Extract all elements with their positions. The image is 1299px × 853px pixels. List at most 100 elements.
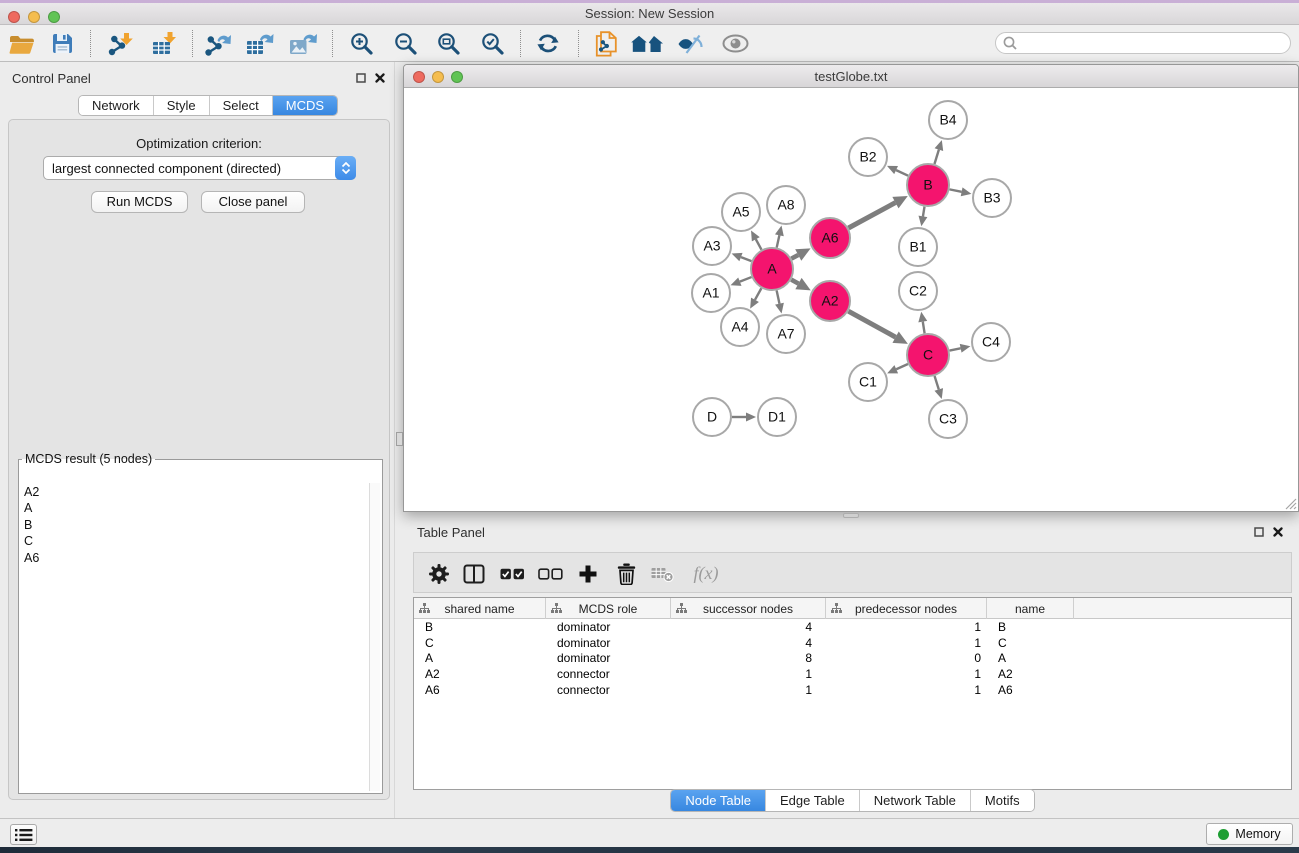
search-input[interactable]	[995, 32, 1291, 54]
delete-table-button[interactable]	[647, 560, 677, 587]
minimize-window-button[interactable]	[28, 11, 40, 23]
float-panel-icon[interactable]	[1254, 527, 1264, 537]
network-canvas[interactable]: B4B2BB3A5A8A6B1A3AC2A1A2A4A7C4CC1C3DD1	[404, 88, 1298, 511]
graph-edge-C-C2[interactable]	[923, 322, 925, 334]
column-header[interactable]: MCDS role	[546, 598, 671, 619]
graph-edge-A-A5[interactable]	[756, 239, 762, 249]
column-header[interactable]: successor nodes	[671, 598, 826, 619]
tab-network-table[interactable]: Network Table	[859, 790, 970, 811]
minimize-network-button[interactable]	[432, 71, 444, 83]
graph-node-A5[interactable]: A5	[722, 193, 760, 231]
graph-node-A8[interactable]: A8	[767, 186, 805, 224]
export-table-button[interactable]	[242, 28, 278, 59]
split-table-button[interactable]	[459, 560, 489, 587]
function-builder-button[interactable]: f(x)	[686, 560, 726, 587]
resize-grip-icon[interactable]	[1284, 497, 1297, 510]
tab-node-table[interactable]: Node Table	[671, 790, 765, 811]
import-table-button[interactable]	[147, 28, 183, 59]
table-row[interactable]: Adominator80A	[414, 651, 1291, 667]
graph-node-B1[interactable]: B1	[899, 228, 937, 266]
close-window-button[interactable]	[8, 11, 20, 23]
graph-edge-A-A3[interactable]	[741, 257, 752, 261]
graph-node-B2[interactable]: B2	[849, 138, 887, 176]
graph-node-C1[interactable]: C1	[849, 363, 887, 401]
graph-node-A3[interactable]: A3	[693, 227, 731, 265]
graph-node-D1[interactable]: D1	[758, 398, 796, 436]
table-row[interactable]: A6connector11A6	[414, 682, 1291, 698]
tab-motifs[interactable]: Motifs	[970, 790, 1034, 811]
deselect-all-button[interactable]	[535, 560, 565, 587]
panel-divider[interactable]	[394, 62, 395, 818]
graph-edge-A6-B[interactable]	[848, 203, 895, 228]
tab-style[interactable]: Style	[153, 96, 209, 115]
graph-node-C[interactable]: C	[907, 334, 949, 376]
export-network-button[interactable]	[200, 28, 236, 59]
close-panel-icon[interactable]	[1273, 527, 1283, 537]
network-from-selection-button[interactable]	[588, 28, 624, 59]
graph-edge-B-B4[interactable]	[934, 150, 938, 164]
tab-mcds[interactable]: MCDS	[272, 96, 337, 115]
graph-edge-A-A7[interactable]	[777, 291, 780, 304]
select-all-button[interactable]	[497, 560, 527, 587]
birdseye-view-button[interactable]	[717, 28, 753, 59]
result-scrollbar[interactable]	[369, 483, 380, 791]
column-header[interactable]: predecessor nodes	[826, 598, 987, 619]
graph-edge-A-A2[interactable]	[791, 280, 798, 284]
show-hide-panels-button[interactable]	[672, 28, 708, 59]
memory-button[interactable]: Memory	[1206, 823, 1293, 845]
export-image-button[interactable]	[285, 28, 321, 59]
table-row[interactable]: Bdominator41B	[414, 619, 1291, 635]
table-row[interactable]: A2connector11A2	[414, 666, 1291, 682]
graph-node-D[interactable]: D	[693, 398, 731, 436]
graph-edge-C-C4[interactable]	[950, 348, 961, 350]
list-item[interactable]: A	[22, 500, 368, 516]
list-item[interactable]: A2	[22, 484, 368, 500]
tab-edge-table[interactable]: Edge Table	[765, 790, 859, 811]
delete-column-button[interactable]	[611, 560, 641, 587]
graph-node-A6[interactable]: A6	[810, 218, 850, 258]
graph-node-B4[interactable]: B4	[929, 101, 967, 139]
graph-node-C2[interactable]: C2	[899, 272, 937, 310]
horizontal-splitter-handle[interactable]	[843, 513, 859, 518]
graph-edge-C-C1[interactable]	[896, 364, 908, 369]
zoom-network-button[interactable]	[451, 71, 463, 83]
graph-edge-A-A4[interactable]	[755, 288, 761, 300]
task-history-button[interactable]	[10, 824, 37, 845]
graph-edge-B-B3[interactable]	[950, 189, 962, 191]
home-layout-button[interactable]	[629, 28, 665, 59]
table-row[interactable]: Cdominator41C	[414, 635, 1291, 651]
close-network-button[interactable]	[413, 71, 425, 83]
graph-edge-B-B2[interactable]	[896, 170, 908, 176]
zoom-window-button[interactable]	[48, 11, 60, 23]
table-settings-button[interactable]	[424, 560, 454, 587]
optimization-select[interactable]: largest connected component (directed)	[43, 156, 356, 180]
graph-edge-A-A8[interactable]	[777, 235, 780, 247]
graph-edge-A2-C[interactable]	[848, 311, 895, 337]
graph-edge-A-A1[interactable]	[740, 277, 752, 282]
graph-edge-B-B1[interactable]	[923, 207, 925, 217]
list-item[interactable]: B	[22, 517, 368, 533]
graph-edge-A-A6[interactable]	[791, 255, 798, 259]
run-mcds-button[interactable]: Run MCDS	[91, 191, 188, 213]
open-session-button[interactable]	[4, 28, 40, 59]
graph-node-B[interactable]: B	[907, 164, 949, 206]
list-item[interactable]: A6	[22, 550, 368, 566]
zoom-selected-button[interactable]	[474, 28, 510, 59]
zoom-in-button[interactable]	[343, 28, 379, 59]
column-header[interactable]: name	[987, 598, 1074, 619]
graph-node-A[interactable]: A	[751, 248, 793, 290]
tab-select[interactable]: Select	[209, 96, 272, 115]
refresh-view-button[interactable]	[530, 28, 566, 59]
tab-network[interactable]: Network	[79, 96, 153, 115]
zoom-fit-button[interactable]	[430, 28, 466, 59]
graph-edge-C-C3[interactable]	[935, 376, 939, 389]
graph-node-A4[interactable]: A4	[721, 308, 759, 346]
graph-node-A1[interactable]: A1	[692, 274, 730, 312]
close-panel-icon[interactable]	[375, 73, 385, 83]
splitter-handle[interactable]	[396, 432, 403, 446]
float-panel-icon[interactable]	[356, 73, 366, 83]
zoom-out-button[interactable]	[387, 28, 423, 59]
column-header[interactable]: shared name	[414, 598, 546, 619]
add-column-button[interactable]	[573, 560, 603, 587]
graph-node-C3[interactable]: C3	[929, 400, 967, 438]
